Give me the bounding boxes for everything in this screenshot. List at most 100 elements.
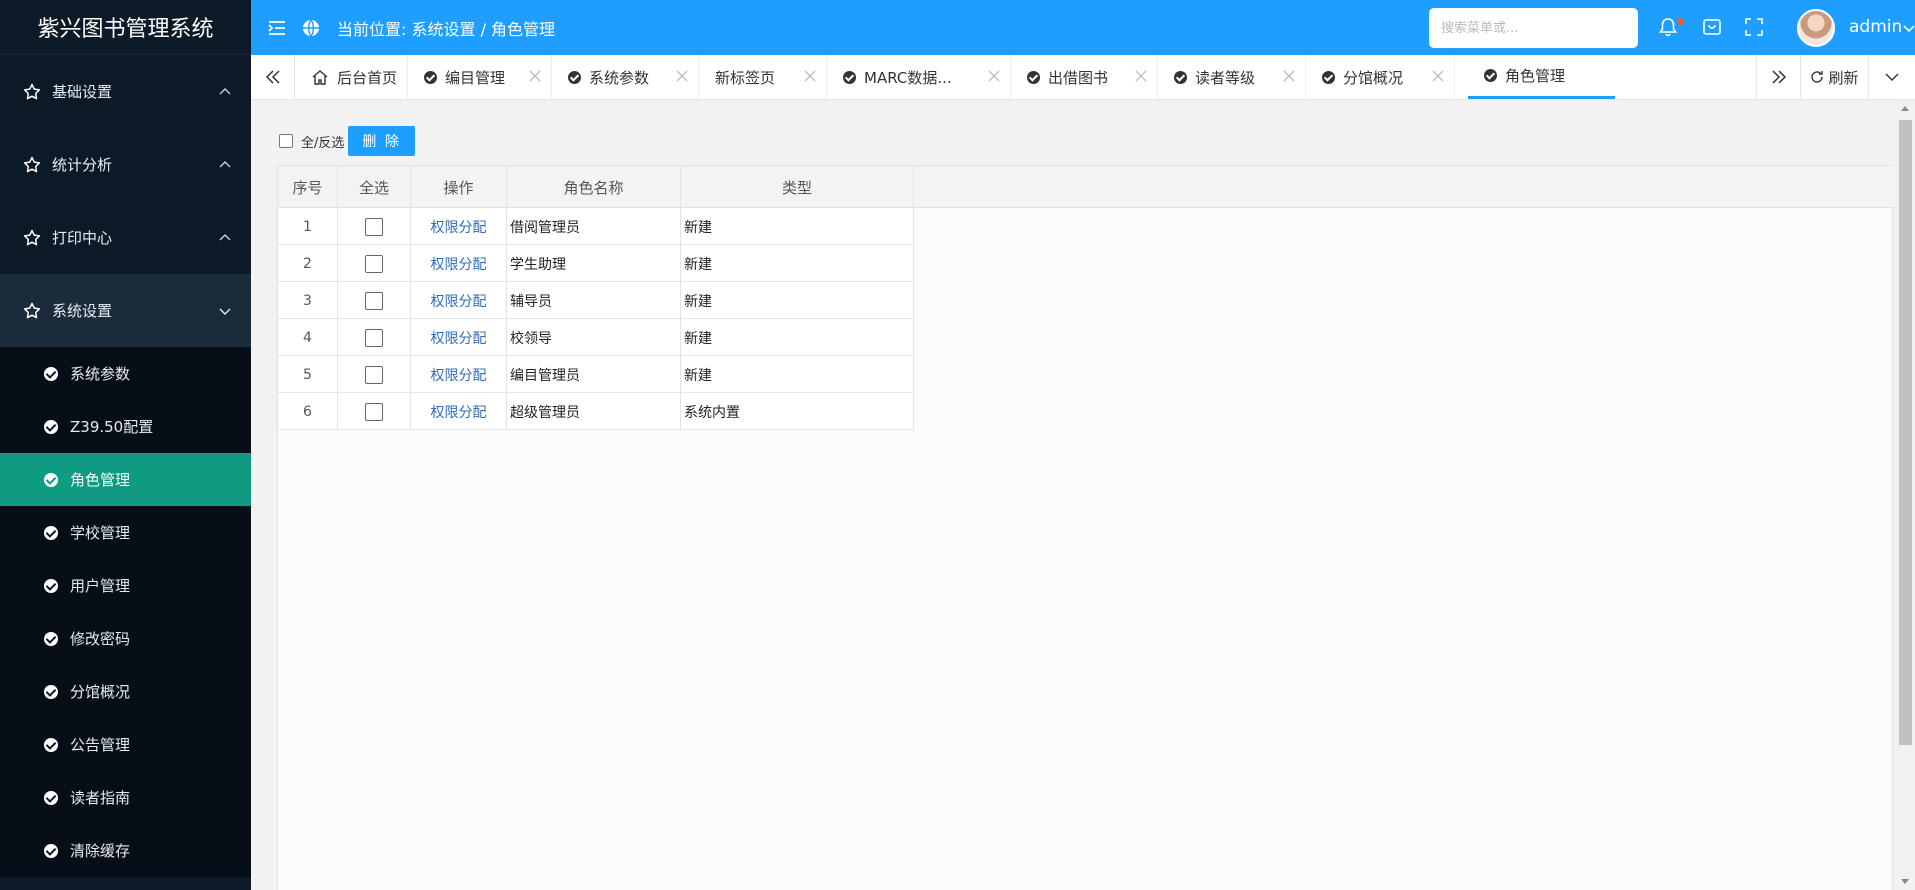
select-all-checkbox[interactable] xyxy=(279,134,293,148)
assign-permissions-link[interactable]: 权限分配 xyxy=(411,282,507,319)
check-circle-icon xyxy=(568,70,581,84)
check-circle-icon xyxy=(44,525,58,540)
row-checkbox[interactable] xyxy=(365,254,383,273)
tab-bar: 后台首页 编目管理 系统参数 新标签页 MARC数据... 出借图书 读者等级 … xyxy=(251,55,1915,100)
sidebar-item-roles[interactable]: 角色管理 xyxy=(0,453,251,506)
role-name: 学生助理 xyxy=(507,245,681,282)
tab-new[interactable]: 新标签页 xyxy=(699,55,827,99)
tab-marc[interactable]: MARC数据... xyxy=(827,55,1011,99)
tab-cataloging[interactable]: 编目管理 xyxy=(408,55,552,99)
close-icon[interactable] xyxy=(1283,70,1295,82)
breadcrumb: 当前位置: 系统设置 / 角色管理 xyxy=(337,19,556,39)
row-checkbox[interactable] xyxy=(365,291,383,310)
row-checkbox-cell xyxy=(338,245,411,282)
sidebar-item-branches[interactable]: 分馆概况 xyxy=(0,665,251,718)
table-row: 1 权限分配 借阅管理员 新建 xyxy=(278,208,914,245)
tab-label: 角色管理 xyxy=(1505,67,1566,85)
username[interactable]: admin xyxy=(1849,17,1902,37)
check-circle-icon xyxy=(44,737,58,752)
column-header-select[interactable]: 全选 xyxy=(338,166,411,208)
role-name: 辅导员 xyxy=(507,282,681,319)
globe-icon[interactable] xyxy=(301,18,321,38)
sidebar-submenu: 系统参数 Z39.50配置 角色管理 学校管理 用户管理 修改密码 分馆概况 公… xyxy=(0,347,251,877)
close-icon[interactable] xyxy=(1135,70,1147,82)
row-number: 2 xyxy=(278,245,338,282)
scroll-up-arrow-icon[interactable] xyxy=(1901,106,1909,111)
sidebar-item-system-params[interactable]: 系统参数 xyxy=(0,347,251,400)
tab-scroll-right-button[interactable] xyxy=(1756,55,1800,99)
sidebar-item-schools[interactable]: 学校管理 xyxy=(0,506,251,559)
tab-home[interactable]: 后台首页 xyxy=(295,55,408,99)
column-header-no: 序号 xyxy=(278,166,338,208)
check-circle-icon xyxy=(424,70,437,84)
row-checkbox-cell xyxy=(338,393,411,430)
roles-table: 序号 全选 操作 角色名称 类型 1 权限分配 借阅管理员 新建 2 权限分配 … xyxy=(277,165,1894,890)
menu-toggle-icon[interactable] xyxy=(267,18,287,38)
row-checkbox[interactable] xyxy=(365,365,383,384)
refresh-button[interactable]: 刷新 xyxy=(1800,55,1868,99)
row-checkbox[interactable] xyxy=(365,402,383,421)
home-icon xyxy=(312,70,328,85)
delete-button[interactable]: 删 除 xyxy=(348,126,415,156)
tab-label: 读者等级 xyxy=(1195,68,1256,87)
check-circle-icon xyxy=(1322,70,1335,84)
assign-permissions-link[interactable]: 权限分配 xyxy=(411,245,507,282)
role-type: 新建 xyxy=(681,245,914,282)
sidebar-group-basic[interactable]: 基础设置 xyxy=(0,55,251,128)
sidebar-item-z3950[interactable]: Z39.50配置 xyxy=(0,400,251,453)
sidebar-item-reader-guide[interactable]: 读者指南 xyxy=(0,771,251,824)
chevron-up-icon xyxy=(219,233,231,240)
close-icon[interactable] xyxy=(988,70,1000,82)
assign-permissions-link[interactable]: 权限分配 xyxy=(411,319,507,356)
avatar[interactable] xyxy=(1797,9,1835,47)
assign-permissions-link[interactable]: 权限分配 xyxy=(411,393,507,430)
close-icon[interactable] xyxy=(676,70,688,82)
tab-system-params[interactable]: 系统参数 xyxy=(552,55,699,99)
theme-icon[interactable] xyxy=(1701,16,1723,38)
sidebar-group-statistics[interactable]: 统计分析 xyxy=(0,128,251,201)
tab-label: MARC数据... xyxy=(864,68,952,87)
double-chevron-right-icon xyxy=(1771,70,1786,84)
tab-roles[interactable]: 角色管理 xyxy=(1468,55,1615,99)
sidebar-item-label: 读者指南 xyxy=(70,789,131,807)
fullscreen-icon[interactable] xyxy=(1743,16,1765,38)
tab-branches[interactable]: 分馆概况 xyxy=(1306,55,1455,99)
bell-icon[interactable] xyxy=(1657,16,1679,38)
sidebar-item-label: 角色管理 xyxy=(70,471,131,489)
assign-permissions-link[interactable]: 权限分配 xyxy=(411,356,507,393)
tab-lend-books[interactable]: 出借图书 xyxy=(1011,55,1158,99)
role-name: 借阅管理员 xyxy=(507,208,681,245)
check-circle-icon xyxy=(44,684,58,699)
star-icon xyxy=(23,83,41,99)
close-icon[interactable] xyxy=(529,70,541,82)
sidebar-group-print[interactable]: 打印中心 xyxy=(0,201,251,274)
vertical-scrollbar[interactable] xyxy=(1896,100,1915,890)
menu-search-input[interactable] xyxy=(1429,8,1638,48)
role-type: 新建 xyxy=(681,356,914,393)
close-icon[interactable] xyxy=(1432,70,1444,82)
sidebar-group-system[interactable]: 系统设置 xyxy=(0,274,251,347)
role-type: 新建 xyxy=(681,282,914,319)
row-checkbox-cell xyxy=(338,356,411,393)
check-circle-icon xyxy=(44,631,58,646)
chevron-down-icon[interactable] xyxy=(1903,22,1915,34)
row-checkbox[interactable] xyxy=(365,328,383,347)
tab-reader-levels[interactable]: 读者等级 xyxy=(1158,55,1306,99)
sidebar-item-clear-cache[interactable]: 清除缓存 xyxy=(0,824,251,877)
row-checkbox-cell xyxy=(338,282,411,319)
sidebar-item-password[interactable]: 修改密码 xyxy=(0,612,251,665)
table-header: 序号 全选 操作 角色名称 类型 xyxy=(278,166,1894,208)
role-type: 系统内置 xyxy=(681,393,914,430)
sidebar-item-notices[interactable]: 公告管理 xyxy=(0,718,251,771)
row-checkbox[interactable] xyxy=(365,217,383,236)
column-header-role-name: 角色名称 xyxy=(507,166,681,208)
tab-menu-button[interactable] xyxy=(1868,55,1915,99)
sidebar-item-users[interactable]: 用户管理 xyxy=(0,559,251,612)
header: 当前位置: 系统设置 / 角色管理 admin xyxy=(251,0,1915,55)
scrollbar-thumb[interactable] xyxy=(1899,120,1912,745)
assign-permissions-link[interactable]: 权限分配 xyxy=(411,208,507,245)
close-icon[interactable] xyxy=(804,70,816,82)
chevron-down-icon xyxy=(1885,73,1899,81)
tab-scroll-left-button[interactable] xyxy=(251,55,295,99)
scroll-down-arrow-icon[interactable] xyxy=(1901,879,1909,884)
